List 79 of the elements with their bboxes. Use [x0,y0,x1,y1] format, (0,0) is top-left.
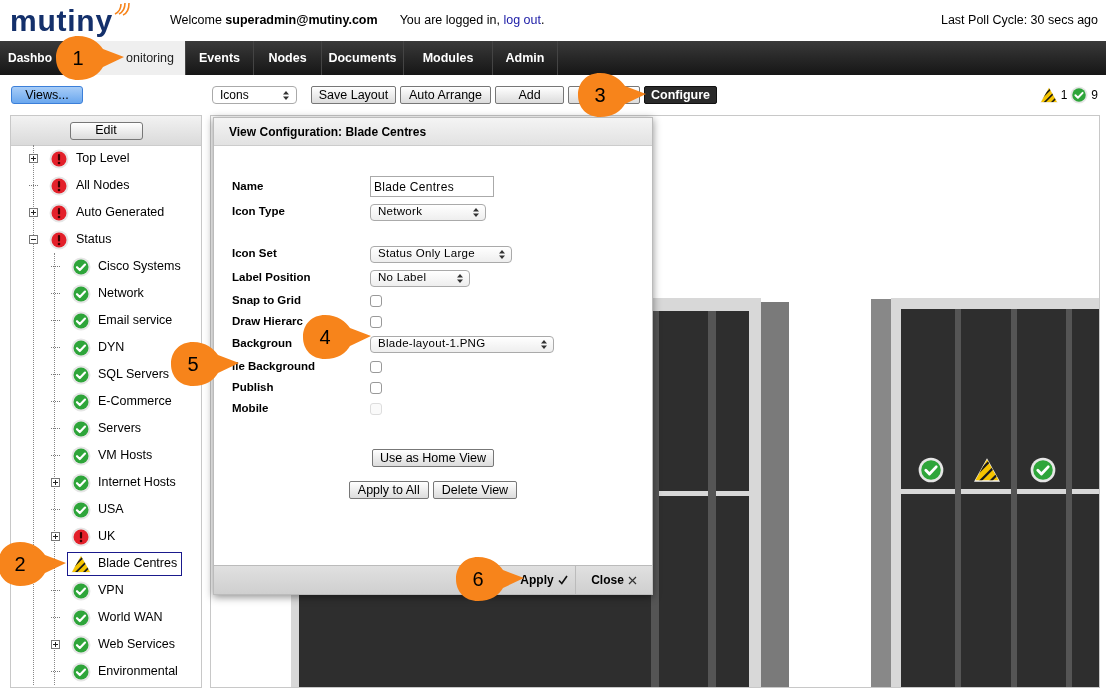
checkbox[interactable] [370,315,382,328]
tree-item[interactable]: VPN [67,578,129,603]
welcome-text: Welcome superadmin@mutiny.com [170,12,378,30]
expand-icon[interactable] [51,532,60,541]
dialog-title: View Configuration: Blade Centres [229,123,427,141]
tree-item[interactable]: E-Commerce [67,389,177,414]
checkmark-icon [557,575,568,585]
close-button[interactable]: Close [576,566,652,594]
configure-button[interactable]: Configure [644,86,717,104]
updown-arrows-icon [541,339,547,349]
field-label: Label Position [232,270,311,286]
tree-item[interactable]: UK [67,524,121,549]
expand-icon[interactable] [51,478,60,487]
step-callout-tooltip: 2 [0,541,67,587]
tree-item[interactable]: Auto Generated [45,200,170,225]
tree-item[interactable]: Internet Hosts [67,470,181,495]
field-label: Snap to Grid [232,292,301,308]
checkbox[interactable] [370,294,382,307]
dropdown-field[interactable]: Network [370,203,486,221]
nav-tab[interactable]: Events [186,41,254,75]
step-callout-tooltip: 4 [302,314,372,360]
home-view-button[interactable]: Use as Home View [372,449,494,467]
tree-item[interactable]: Top Level [45,146,135,171]
tree-item[interactable]: USA [67,497,129,522]
signal-arcs-icon [112,1,131,16]
updown-arrows-icon [283,90,289,100]
field-label: Icon Type [232,204,285,220]
field-label: Icon Set [232,246,277,262]
last-poll-text: Last Poll Cycle: 30 secs ago [940,12,1098,30]
updown-arrows-icon [457,273,463,283]
close-icon [627,575,637,585]
login-status-text: You are logged in, log out. [399,12,545,30]
collapse-icon[interactable] [29,235,38,244]
tree-item[interactable]: Network [67,281,149,306]
nav-tab[interactable]: Admin [493,41,558,75]
status-count: 9 [1091,87,1098,104]
mode-select[interactable]: Icons [212,86,297,104]
tree-item[interactable]: Web Services [67,632,180,657]
dropdown-field[interactable]: No Label [370,269,470,287]
checkbox[interactable] [370,360,382,373]
step-callout-tooltip: 3 [577,72,647,118]
dialog-button[interactable]: Delete View [432,481,518,499]
views-button[interactable]: Views... [11,86,83,104]
checkbox[interactable] [370,381,382,394]
expand-icon[interactable] [51,640,60,649]
nav-tab[interactable]: Documents [322,41,404,75]
tree-item[interactable]: Blade Centres [67,551,183,576]
field-label: Mobile [232,400,269,416]
tree-item[interactable]: Email service [67,308,178,333]
tree-item[interactable]: DYN [67,335,130,360]
toolbar-button[interactable]: Auto Arrange [400,86,491,104]
tree-item[interactable]: Servers [67,416,147,441]
toolbar-button[interactable]: Add [495,86,564,104]
edit-button[interactable]: Edit [69,121,143,140]
dropdown-field[interactable]: Status Only Large [370,245,512,263]
expand-icon[interactable] [29,154,38,163]
field-label: Name [232,178,264,194]
field-label: Backgroun [232,336,293,352]
nav-tab[interactable]: Nodes [254,41,322,75]
dropdown-field[interactable]: Blade-layout-1.PNG [370,335,554,353]
field-label: Publish [232,379,274,395]
toolbar-button[interactable]: Save Layout [311,86,396,104]
updown-arrows-icon [473,207,479,217]
nav-tab[interactable]: Modules [404,41,493,75]
tree-item[interactable]: Environmental [67,659,183,684]
tree-item[interactable]: World WAN [67,605,168,630]
expand-icon[interactable] [29,208,38,217]
updown-arrows-icon [499,249,505,259]
name-field[interactable]: Blade Centres [370,176,494,197]
status-count: 1 [1060,87,1068,104]
logout-link[interactable]: log out [503,13,541,28]
tree-item[interactable]: All Nodes [45,173,135,198]
tree-item[interactable]: VM Hosts [67,443,158,468]
tree-item[interactable]: Cisco Systems [67,254,186,279]
logo: mutiny [10,5,113,36]
tree-item[interactable]: SQL Servers [67,362,175,387]
dialog-button[interactable]: Apply to All [348,481,429,499]
tree-item[interactable]: Status [45,227,117,252]
field-label: Draw Hierarc [232,313,303,329]
